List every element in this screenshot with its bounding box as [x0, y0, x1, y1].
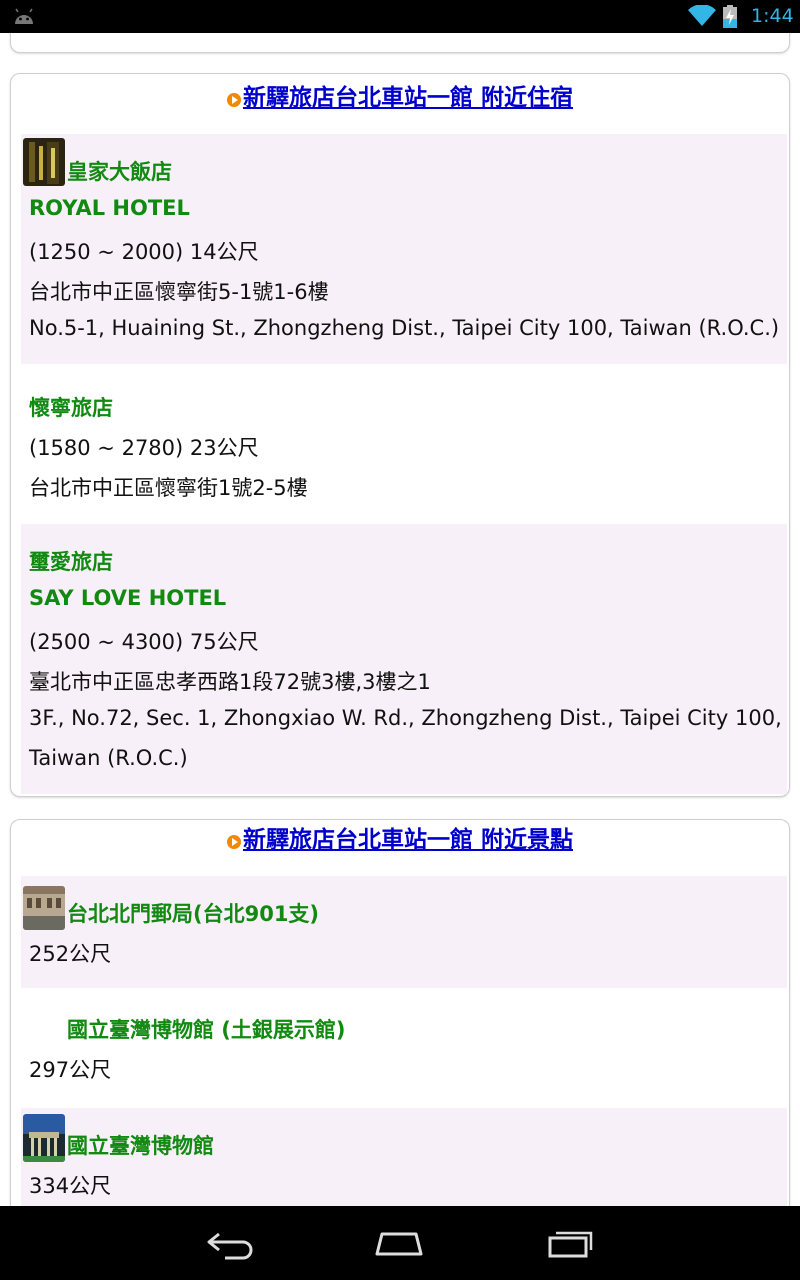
sight-distance: 334公尺: [29, 1174, 112, 1198]
previous-card: [10, 33, 790, 53]
recent-apps-icon[interactable]: [546, 1226, 596, 1260]
hotel-thumbnail: [23, 138, 65, 186]
hotel-address-zh: 台北市中正區懷寧街5-1號1-6樓: [29, 280, 329, 304]
sight-distance: 252公尺: [29, 942, 112, 966]
android-icon: [15, 8, 33, 24]
hotel-price-distance: (1580 ~ 2780) 23公尺: [29, 436, 259, 460]
sights-section-title-link[interactable]: 新驛旅店台北車站一館 附近景點: [243, 827, 573, 853]
sight-item-museum-land-bank[interactable]: 國立臺灣博物館 (土銀展示館) 297公尺: [21, 988, 787, 1108]
wifi-icon: [688, 5, 716, 26]
hotels-section-title[interactable]: 新驛旅店台北車站一館 附近住宿: [11, 78, 789, 112]
hotel-name-en[interactable]: SAY LOVE HOTEL: [29, 586, 226, 610]
home-icon[interactable]: [374, 1226, 424, 1260]
sight-name[interactable]: 國立臺灣博物館: [67, 1130, 214, 1160]
hotel-address-zh: 臺北市中正區忠孝西路1段72號3樓,3樓之1: [29, 670, 431, 694]
hotels-section-title-link[interactable]: 新驛旅店台北車站一館 附近住宿: [243, 85, 573, 111]
hotel-price-distance: (1250 ~ 2000) 14公尺: [29, 240, 259, 264]
museum-photo-icon: [23, 1114, 65, 1162]
navigation-bar: [0, 1206, 800, 1280]
sight-name[interactable]: 台北北門郵局(台北901支): [67, 898, 319, 928]
sight-thumbnail: [23, 1114, 65, 1162]
hotel-address-en: No.5-1, Huaining St., Zhongzheng Dist., …: [29, 316, 780, 340]
hotel-name-zh[interactable]: 皇家大飯店: [67, 156, 172, 186]
hotel-name-zh[interactable]: 懷寧旅店: [29, 392, 113, 422]
sights-section-title[interactable]: 新驛旅店台北車站一館 附近景點: [11, 820, 789, 854]
hotel-name-en[interactable]: ROYAL HOTEL: [29, 196, 190, 220]
hotel-item-huaining[interactable]: 懷寧旅店 (1580 ~ 2780) 23公尺 台北市中正區懷寧街1號2-5樓: [21, 364, 787, 524]
sight-thumbnail-blank: [23, 998, 65, 1046]
status-bar: 1:44: [0, 0, 800, 33]
sight-distance: 297公尺: [29, 1058, 112, 1082]
hotel-item-saylove[interactable]: 璽愛旅店 SAY LOVE HOTEL (2500 ~ 4300) 75公尺 臺…: [21, 524, 787, 794]
scroll-content[interactable]: 新驛旅店台北車站一館 附近住宿 皇家大飯店 ROYAL HOTEL (1250 …: [0, 33, 800, 1206]
status-clock: 1:44: [751, 5, 794, 27]
back-icon[interactable]: [205, 1226, 255, 1260]
hotel-item-royal[interactable]: 皇家大飯店 ROYAL HOTEL (1250 ~ 2000) 14公尺 台北市…: [21, 134, 787, 364]
hotel-name-zh[interactable]: 璽愛旅店: [29, 546, 113, 576]
battery-charging-icon: [723, 5, 737, 28]
sight-item-post-office[interactable]: 台北北門郵局(台北901支) 252公尺: [21, 876, 787, 988]
orange-arrow-icon: [226, 93, 241, 107]
sight-item-museum[interactable]: 國立臺灣博物館 334公尺: [21, 1108, 787, 1206]
hotel-address-zh: 台北市中正區懷寧街1號2-5樓: [29, 476, 308, 500]
hotel-photo-icon: [23, 138, 65, 186]
sight-thumbnail: [23, 886, 65, 930]
hotel-address-en-line2: Taiwan (R.O.C.): [29, 746, 188, 770]
hotel-address-en-line1: 3F., No.72, Sec. 1, Zhongxiao W. Rd., Zh…: [29, 706, 782, 730]
building-photo-icon: [23, 886, 65, 930]
hotel-price-distance: (2500 ~ 4300) 75公尺: [29, 630, 259, 654]
hotels-card: 新驛旅店台北車站一館 附近住宿 皇家大飯店 ROYAL HOTEL (1250 …: [10, 73, 790, 797]
sight-name[interactable]: 國立臺灣博物館 (土銀展示館): [67, 1014, 346, 1044]
sights-card: 新驛旅店台北車站一館 附近景點 台北北門郵局(台北901支) 252公尺 國立臺…: [10, 819, 790, 1206]
orange-arrow-icon: [226, 835, 241, 849]
